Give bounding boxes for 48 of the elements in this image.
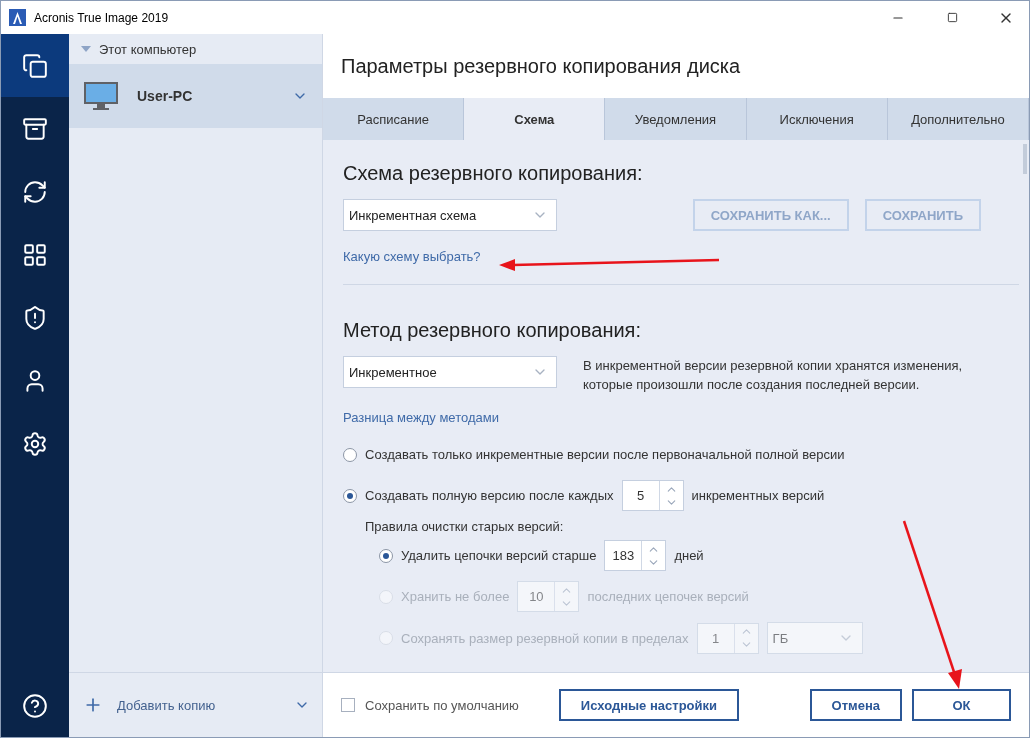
option-label: Создавать только инкрементные версии после первоначальной полной версии <box>365 447 845 462</box>
checkbox[interactable] <box>341 698 355 712</box>
checkbox-label: Сохранить по умолчанию <box>365 697 519 713</box>
scrollbar-thumb[interactable] <box>1023 144 1027 174</box>
option-label: Создавать полную версию после каждых <box>365 488 614 503</box>
radio-button[interactable] <box>379 548 393 563</box>
scheme-dropdown[interactable]: Инкрементная схема <box>343 199 557 231</box>
option-label: Сохранять размер резервной копии в пределах <box>401 630 689 646</box>
copies-icon[interactable] <box>22 52 48 79</box>
method-description: В инкрементной версии резервной копии хранятся изменения, которые произошли после создания последней версии. <box>583 357 964 394</box>
cleanup-label: Правила очистки старых версий: <box>365 519 565 534</box>
help-link[interactable]: Разница между методами <box>343 410 1009 425</box>
settings-icon[interactable] <box>22 430 48 457</box>
sidebar-group[interactable]: Этот компьютер <box>69 34 322 64</box>
option-label: последних цепочек версий <box>587 589 749 604</box>
defaults-button[interactable]: Исходные настройки <box>558 689 739 721</box>
section-heading: Метод резервного копирования: <box>343 319 642 342</box>
tab[interactable]: Уведомления <box>605 98 747 140</box>
option-label: Хранить не более <box>401 589 510 604</box>
radio-button[interactable] <box>343 447 357 462</box>
option-label: дней <box>674 548 704 563</box>
tab[interactable]: Расписание <box>323 98 465 140</box>
sync-icon[interactable] <box>22 178 48 205</box>
archive-icon[interactable] <box>22 115 48 142</box>
cancel-button[interactable]: Отмена <box>809 689 902 721</box>
maximize-icon[interactable] <box>946 12 958 23</box>
page-title: Параметры резервного копирования диска <box>341 54 741 78</box>
section-heading: Схема резервного копирования: <box>343 162 644 185</box>
option-label: инкрементных версий <box>691 488 825 503</box>
tab[interactable]: Исключения <box>746 98 888 140</box>
shield-icon[interactable] <box>22 304 48 331</box>
window-title: Acronis True Image 2019 <box>34 10 170 25</box>
grid-icon[interactable] <box>22 241 48 268</box>
method-dropdown[interactable]: Инкрементное <box>343 356 557 388</box>
number-spinner[interactable]: 183 <box>604 540 667 571</box>
help-icon[interactable] <box>22 692 48 719</box>
monitor-icon <box>83 81 119 111</box>
app-logo-icon <box>9 9 26 26</box>
number-spinner[interactable]: 5 <box>621 480 684 511</box>
tab[interactable]: Дополнительно <box>887 98 1029 140</box>
help-link[interactable]: Какую схему выбрать? <box>343 249 1009 264</box>
sidebar-item[interactable]: User-PC <box>69 64 322 128</box>
nav-item[interactable] <box>1 34 69 97</box>
radio-button[interactable] <box>343 488 357 503</box>
ok-button[interactable]: ОК <box>912 689 1011 721</box>
option-label: Удалить цепочки версий старше <box>401 548 597 563</box>
tab[interactable]: Схема <box>464 98 606 140</box>
add-backup-link[interactable]: Добавить копию <box>117 697 280 713</box>
